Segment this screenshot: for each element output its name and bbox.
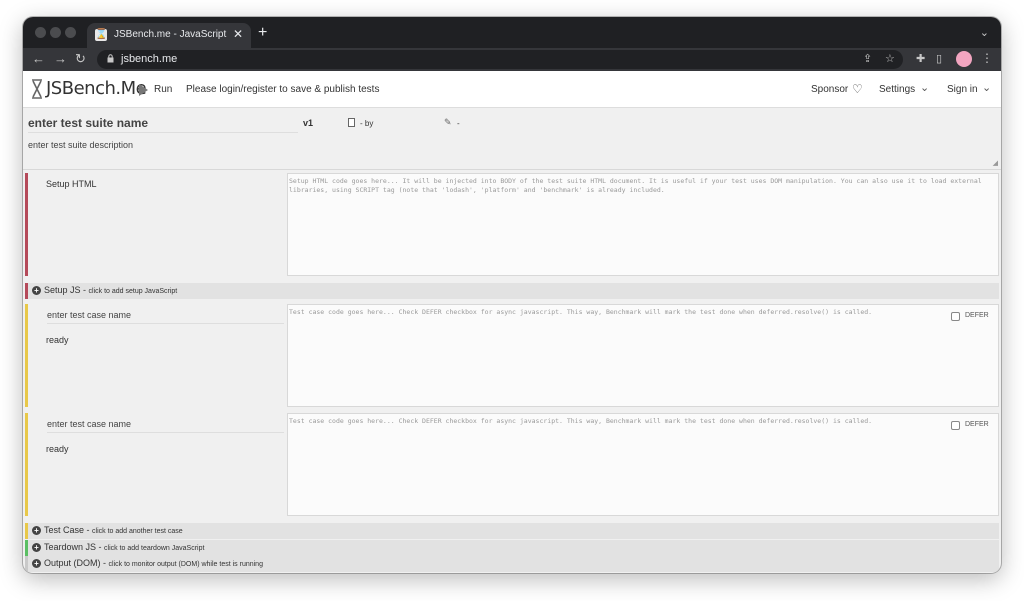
test-case-name-input[interactable]: enter test case name	[47, 310, 284, 324]
url-text: jsbench.me	[121, 53, 178, 65]
minimize-window-button[interactable]	[50, 27, 61, 38]
add-circle-icon: +	[32, 559, 41, 568]
test-case-code-editor[interactable]: Test case code goes here... Check DEFER …	[287, 304, 999, 407]
login-register-link[interactable]: Please login/register to save & publish …	[186, 84, 379, 95]
defer-label: DEFER	[965, 312, 989, 319]
teardown-js-hint: click to add teardown JavaScript	[104, 545, 205, 552]
setup-js-label: Setup JS	[44, 285, 81, 295]
browser-tab[interactable]: ⌛ JSBench.me - JavaScript perfo ✕	[87, 23, 251, 48]
setup-html-editor[interactable]: Setup HTML code goes here... It will be …	[287, 173, 999, 276]
teardown-js-title: Teardown JS - click to add teardown Java…	[44, 542, 205, 552]
output-dom-title: Output (DOM) - click to monitor output (…	[44, 558, 263, 568]
sponsor-button[interactable]: Sponsor	[811, 84, 848, 95]
tab-strip: ⌛ JSBench.me - JavaScript perfo ✕ + ⌄	[23, 17, 1001, 48]
omnibox[interactable]: jsbench.me ⇪ ☆	[97, 50, 903, 69]
setup-html-label: Setup HTML	[46, 179, 97, 189]
jsbench-favicon-icon: ⌛	[95, 29, 108, 41]
defer-label: DEFER	[965, 421, 989, 428]
suite-description-input[interactable]: enter test suite description	[28, 140, 133, 150]
add-circle-icon: +	[32, 286, 41, 295]
back-arrow-icon[interactable]: ←	[32, 51, 45, 66]
chevron-down-icon[interactable]: ⌄	[980, 26, 989, 39]
suite-info: enter test suite name v1 - by ✎ - enter …	[23, 108, 1001, 170]
add-test-case-bar[interactable]: + Test Case - click to add another test …	[25, 523, 999, 539]
add-test-case-title: Test Case - click to add another test ca…	[44, 525, 183, 535]
edit-info-text: -	[457, 119, 460, 128]
share-icon[interactable]: ⇪	[863, 52, 872, 65]
lock-icon	[107, 54, 114, 63]
extensions-icon[interactable]: ✚	[916, 52, 925, 65]
close-icon[interactable]: ✕	[233, 27, 243, 41]
setup-js-hint: click to add setup JavaScript	[88, 288, 178, 295]
test-case-status: ready	[46, 335, 69, 345]
defer-checkbox[interactable]	[951, 421, 960, 430]
avatar[interactable]	[956, 51, 972, 67]
output-dom-hint: click to monitor output (DOM) while test…	[108, 561, 263, 568]
app-header: JSBench.Me Run Please login/register to …	[23, 71, 1001, 108]
reload-icon[interactable]: ↻	[75, 51, 86, 67]
add-circle-icon: +	[32, 543, 41, 552]
zoom-window-button[interactable]	[65, 27, 76, 38]
test-case-code-editor[interactable]: Test case code goes here... Check DEFER …	[287, 413, 999, 516]
heart-icon[interactable]: ♡	[852, 82, 863, 96]
star-icon[interactable]: ☆	[885, 52, 895, 65]
pencil-icon[interactable]: ✎	[444, 117, 452, 128]
chevron-down-icon[interactable]: ⌄	[982, 81, 991, 94]
forward-arrow-icon[interactable]: →	[54, 51, 67, 66]
test-case-status: ready	[46, 444, 69, 454]
settings-menu[interactable]: Settings	[879, 84, 915, 95]
version-label: v1	[303, 118, 314, 128]
setup-js-bar[interactable]: + Setup JS - click to add setup JavaScri…	[25, 283, 999, 299]
address-bar-row: ← → ↻ jsbench.me ⇪ ☆ ✚ ▯ ⋮	[23, 48, 1001, 71]
close-window-button[interactable]	[35, 27, 46, 38]
defer-checkbox[interactable]	[951, 312, 960, 321]
output-dom-bar[interactable]: + Output (DOM) - click to monitor output…	[25, 556, 999, 572]
sign-in-menu[interactable]: Sign in	[947, 84, 978, 95]
chevron-down-icon[interactable]: ⌄	[920, 81, 929, 94]
add-test-case-hint: click to add another test case	[92, 528, 183, 535]
play-icon[interactable]	[139, 84, 148, 96]
tab-title: JSBench.me - JavaScript perfo	[114, 29, 228, 40]
logo[interactable]: JSBench.Me	[46, 78, 147, 99]
new-tab-icon[interactable]: +	[258, 25, 267, 41]
run-button[interactable]: Run	[154, 84, 172, 95]
add-circle-icon: +	[32, 526, 41, 535]
setup-js-title: Setup JS - click to add setup JavaScript	[44, 285, 178, 295]
suite-name-input[interactable]: enter test suite name	[28, 116, 298, 133]
browser-window: ⌛ JSBench.me - JavaScript perfo ✕ + ⌄ ← …	[23, 17, 1001, 573]
teardown-js-bar[interactable]: + Teardown JS - click to add teardown Ja…	[25, 540, 999, 556]
test-case-panel: enter test case name ready Test case cod…	[25, 413, 999, 516]
setup-html-panel: Setup HTML Setup HTML code goes here... …	[25, 173, 999, 276]
hourglass-icon	[32, 79, 42, 99]
output-dom-label: Output (DOM)	[44, 558, 101, 568]
test-case-panel: enter test case name ready Test case cod…	[25, 304, 999, 407]
teardown-js-label: Teardown JS	[44, 542, 97, 552]
add-test-case-label: Test Case	[44, 525, 85, 535]
side-panel-icon[interactable]: ▯	[936, 52, 942, 65]
test-case-name-input[interactable]: enter test case name	[47, 419, 284, 433]
resize-handle-icon[interactable]: ◢	[993, 159, 998, 167]
menu-dots-icon[interactable]: ⋮	[981, 51, 993, 65]
document-icon	[348, 118, 355, 127]
author-text: - by	[360, 119, 374, 128]
